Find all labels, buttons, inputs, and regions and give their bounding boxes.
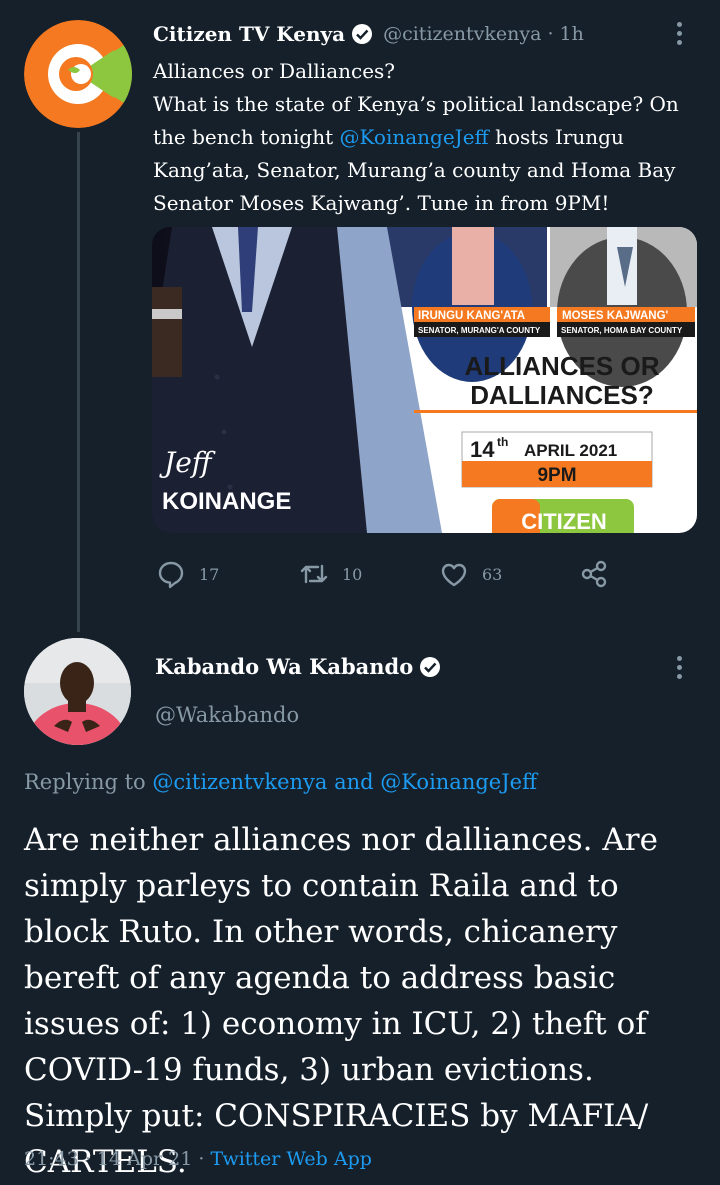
- media-guest2-name: MOSES KAJWANG': [562, 310, 669, 322]
- tweet-text: Alliances or Dalliances? What is the sta…: [153, 55, 703, 220]
- tweet-author-row: Citizen TV Kenya @citizentvkenya · 1h: [153, 22, 584, 46]
- share-icon: [581, 560, 607, 588]
- reply-icon: [158, 561, 184, 589]
- tweet-media-image[interactable]: Jeff KOINANGE IRUNGU KANG'ATA SENATOR, M…: [152, 227, 697, 533]
- media-date-suffix: th: [497, 435, 508, 449]
- media-headline-1: ALLIANCES OR: [465, 351, 660, 381]
- media-date-day: 14: [470, 437, 495, 462]
- reply-author-row: Kabando Wa Kabando: [155, 654, 441, 679]
- share-action[interactable]: [578, 556, 610, 592]
- citizen-tv-avatar[interactable]: [24, 20, 132, 128]
- media-host-first: Jeff: [159, 446, 216, 479]
- separator: ·: [547, 23, 554, 45]
- reply-author-handle[interactable]: @Wakabando: [155, 703, 299, 727]
- media-guest1-title: SENATOR, MURANG'A COUNTY: [418, 326, 541, 335]
- like-action[interactable]: 63: [438, 556, 502, 592]
- reply-source[interactable]: Twitter Web App: [210, 1148, 371, 1170]
- retweet-action[interactable]: 10: [298, 556, 362, 592]
- more-icon[interactable]: [677, 22, 683, 49]
- like-count: 63: [482, 564, 503, 584]
- verified-badge-icon: [419, 656, 441, 678]
- reply-action[interactable]: 17: [155, 556, 219, 592]
- replying-to: Replying to @citizentvkenya and @Koinang…: [24, 770, 537, 794]
- media-headline-2: DALLIANCES?: [470, 380, 653, 410]
- reply-meta: 21:43 · 14 Apr 21 · Twitter Web App: [24, 1148, 372, 1170]
- tweet-author-handle[interactable]: @citizentvkenya: [383, 23, 541, 45]
- retweet-count: 10: [342, 564, 363, 584]
- tweet-author-name[interactable]: Citizen TV Kenya: [153, 22, 345, 46]
- reply-date[interactable]: 14 Apr 21: [97, 1148, 192, 1170]
- kabando-avatar[interactable]: [24, 638, 131, 745]
- tweet-time[interactable]: 1h: [560, 23, 584, 45]
- media-date-rest: APRIL 2021: [524, 441, 617, 460]
- verified-badge-icon: [351, 23, 373, 45]
- media-brand: CITIZEN: [521, 509, 607, 533]
- like-icon: [441, 563, 467, 587]
- reply-count: 17: [199, 564, 220, 584]
- replying-label: Replying to: [24, 770, 146, 794]
- media-host-last: KOINANGE: [162, 488, 291, 515]
- media-time: 9PM: [537, 465, 576, 486]
- reply-time[interactable]: 21:43: [24, 1148, 79, 1170]
- replying-and: and: [334, 770, 374, 794]
- separator: ·: [198, 1148, 205, 1170]
- reply-author-name[interactable]: Kabando Wa Kabando: [155, 654, 413, 679]
- media-guest2-title: SENATOR, HOMA BAY COUNTY: [561, 326, 683, 335]
- tweet-text-line1: Alliances or Dalliances?: [153, 59, 396, 83]
- mention-link[interactable]: @KoinangeJeff: [340, 125, 489, 149]
- reply-text: Are neither alliances nor dalliances. Ar…: [24, 822, 658, 1180]
- media-guest1-name: IRUNGU KANG'ATA: [418, 310, 525, 322]
- retweet-icon: [300, 564, 328, 584]
- thread-line: [77, 132, 80, 632]
- replying-user-1[interactable]: @citizentvkenya: [152, 770, 327, 794]
- separator: ·: [84, 1148, 91, 1170]
- more-icon[interactable]: [677, 656, 683, 683]
- replying-user-2[interactable]: @KoinangeJeff: [380, 770, 537, 794]
